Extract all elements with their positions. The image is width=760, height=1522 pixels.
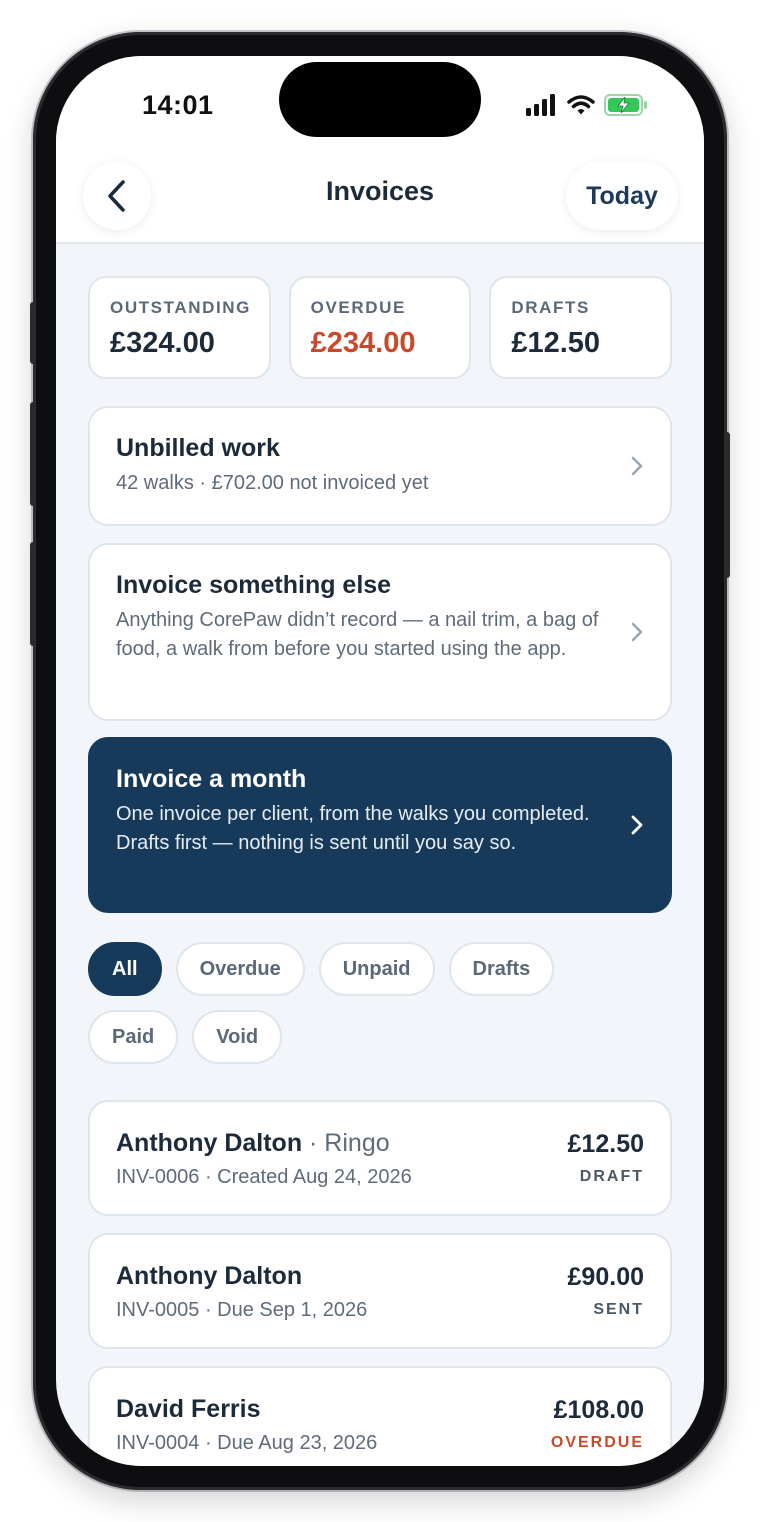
card-subtitle: 42 walks · £702.00 not invoiced yet: [116, 472, 429, 494]
stat-label: OVERDUE: [310, 298, 406, 317]
power-button: [724, 432, 730, 578]
nav-bar: Invoices Today: [56, 156, 704, 244]
stat-overdue: OVERDUE £234.00: [288, 276, 472, 379]
card-subtitle: Anything CorePaw didn’t record — a nail …: [116, 609, 599, 660]
battery-charging-icon: [604, 94, 648, 121]
wifi-icon: [567, 94, 595, 121]
invoice-something-else-card[interactable]: Invoice something else Anything CorePaw …: [88, 543, 672, 721]
chevron-right-icon: [631, 815, 643, 835]
stat-label: OUTSTANDING: [110, 298, 251, 317]
card-title: Invoice something else: [116, 571, 392, 599]
main-content: OUTSTANDING £324.00 OVERDUE £234.00 DRAF…: [88, 276, 673, 1466]
filter-chips: All Overdue Unpaid Drafts Paid Void: [88, 942, 608, 1064]
invoice-list: Anthony Dalton · Ringo INV-0006 · Create…: [88, 1100, 672, 1466]
silent-switch: [30, 302, 36, 364]
volume-up-button: [30, 402, 36, 506]
filter-chip-unpaid[interactable]: Unpaid: [318, 942, 435, 996]
status-badge: SENT: [593, 1301, 644, 1318]
invoice-a-month-card[interactable]: Invoice a month One invoice per client, …: [88, 737, 672, 913]
summary-stats: OUTSTANDING £324.00 OVERDUE £234.00 DRAF…: [88, 276, 673, 379]
invoice-row[interactable]: David Ferris INV-0004 · Due Aug 23, 2026…: [88, 1366, 672, 1466]
filter-chip-overdue[interactable]: Overdue: [175, 942, 305, 996]
status-icons: [526, 94, 648, 121]
dynamic-island: [279, 62, 481, 137]
invoice-row[interactable]: Anthony Dalton INV-0005 · Due Sep 1, 202…: [88, 1233, 672, 1349]
chevron-right-icon: [631, 622, 643, 642]
status-badge: DRAFT: [579, 1168, 644, 1185]
client-name: David Ferris: [116, 1395, 261, 1423]
today-button[interactable]: Today: [566, 162, 678, 230]
pet-name: · Ringo: [302, 1129, 390, 1157]
filter-chip-all[interactable]: All: [88, 942, 162, 996]
card-title: Invoice a month: [116, 765, 307, 793]
stat-drafts: DRAFTS £12.50: [489, 276, 673, 379]
status-badge: OVERDUE: [550, 1434, 644, 1451]
invoice-client: David Ferris: [116, 1395, 261, 1424]
volume-down-button: [30, 542, 36, 646]
stat-value: £12.50: [511, 327, 601, 359]
chevron-right-icon: [631, 456, 643, 476]
filter-chip-paid[interactable]: Paid: [88, 1010, 179, 1064]
screen: 14:01 Invoices Today OUTSTANDING £324.00…: [56, 56, 704, 1466]
stat-value: £234.00: [310, 327, 416, 359]
invoice-amount: £90.00: [567, 1263, 644, 1291]
client-name: Anthony Dalton: [116, 1262, 303, 1290]
stat-label: DRAFTS: [511, 298, 590, 317]
client-name: Anthony Dalton: [116, 1129, 303, 1157]
status-time: 14:01: [142, 90, 214, 120]
card-subtitle: One invoice per client, from the walks y…: [116, 803, 590, 854]
unbilled-work-card[interactable]: Unbilled work 42 walks · £702.00 not inv…: [88, 406, 672, 526]
invoice-meta: INV-0006 · Created Aug 24, 2026: [116, 1166, 412, 1188]
filter-chip-drafts[interactable]: Drafts: [448, 942, 555, 996]
invoice-meta: INV-0004 · Due Aug 23, 2026: [116, 1432, 378, 1454]
stat-outstanding: OUTSTANDING £324.00: [88, 276, 271, 379]
signal-icon: [526, 94, 558, 121]
invoice-amount: £108.00: [553, 1396, 644, 1424]
filter-chip-void[interactable]: Void: [192, 1010, 283, 1064]
invoice-row[interactable]: Anthony Dalton · Ringo INV-0006 · Create…: [88, 1100, 672, 1216]
invoice-client: Anthony Dalton · Ringo: [116, 1129, 390, 1158]
card-title: Unbilled work: [116, 434, 280, 462]
invoice-client: Anthony Dalton: [116, 1262, 302, 1291]
stat-value: £324.00: [110, 327, 215, 359]
invoice-meta: INV-0005 · Due Sep 1, 2026: [116, 1299, 368, 1321]
invoice-amount: £12.50: [567, 1130, 644, 1158]
